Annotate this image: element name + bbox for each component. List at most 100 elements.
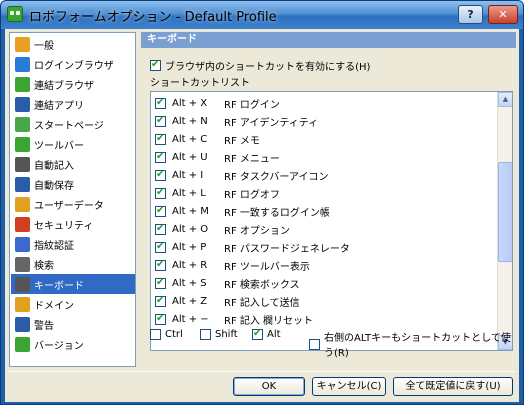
shortcut-row[interactable]: Alt + − RF 記入 欄リセット [155,310,313,328]
shortcut-checkbox[interactable] [155,259,166,271]
enable-shortcuts-option[interactable]: ブラウザ内のショートカットを有効にする(H) [150,58,370,73]
sidebar-item-home[interactable]: スタートページ [11,114,135,134]
alt-checkbox[interactable] [252,328,263,340]
sidebar-item-label: 自動記入 [34,160,74,172]
shortcut-list-scrollbar[interactable]: ▲ ▼ [497,92,512,350]
sidebar-item-app-window[interactable]: 連結アプリ [11,94,135,114]
shortcut-checkbox[interactable] [155,223,166,235]
shortcut-row[interactable]: Alt + Z RF 記入して送信 [155,292,300,310]
sidebar-item-keyboard[interactable]: 自動記入 [11,154,135,174]
shortcut-key: Alt + Z [172,295,208,307]
shortcut-action: RF オプション [224,225,290,237]
sidebar-item-roboform[interactable]: バージョン [11,334,135,354]
ctrl-modifier-option[interactable]: Ctrl [150,329,183,340]
keyboard-icon [15,156,30,172]
shortcut-row[interactable]: Alt + L RF ログオフ [155,184,280,202]
shift-modifier-option[interactable]: Shift [200,329,238,340]
domain-icon [15,296,30,312]
shortcut-checkbox[interactable] [155,313,166,325]
ok-button[interactable]: OK [233,377,305,396]
puzzle-icon [15,76,30,92]
sidebar-item-fingerprint[interactable]: 指紋認証 [11,234,135,254]
shortcut-row[interactable]: Alt + C RF メモ [155,130,260,148]
sidebar-item-label: スタートページ [34,120,104,132]
sidebar-item-domain[interactable]: ドメイン [11,294,135,314]
shortcut-row[interactable]: Alt + N RF アイデンティティ [155,112,318,130]
sidebar-item-keyboard-shortcut[interactable]: キーボード [11,274,135,294]
keyboard-shortcut-icon [15,276,30,292]
shortcut-row[interactable]: Alt + O RF オプション [155,220,290,238]
sidebar-item-gear[interactable]: 一般 [11,34,135,54]
shortcut-row[interactable]: Alt + M RF 一致するログイン帳 [155,202,330,220]
sidebar-item-security[interactable]: セキュリティ [11,214,135,234]
sidebar-item-puzzle[interactable]: 連結ブラウザ [11,74,135,94]
sidebar-item-label: 自動保存 [34,180,74,192]
sidebar-item-globe[interactable]: ログインブラウザ [11,54,135,74]
shortcut-checkbox[interactable] [155,277,166,289]
sidebar-item-label: 検索 [34,260,54,272]
shortcut-action: RF 検索ボックス [224,279,300,291]
sidebar-item-label: 連結アプリ [34,100,84,112]
shortcut-action: RF 記入して送信 [224,297,300,309]
shortcut-key: Alt + P [172,241,207,253]
shortcut-checkbox[interactable] [155,187,166,199]
shortcut-list[interactable]: ▲ ▼ Alt + XRF ログインAlt + NRF アイデンティティAlt … [150,91,513,351]
shortcut-key: Alt + U [172,151,208,163]
title-bar[interactable]: ロボフォームオプション - Default Profile ? ✕ [1,1,523,29]
shortcut-row[interactable]: Alt + U RF メニュー [155,148,280,166]
sidebar-item-label: ログインブラウザ [34,60,114,72]
scroll-up-arrow-icon[interactable]: ▲ [498,92,512,107]
shortcut-checkbox[interactable] [155,151,166,163]
shortcut-key: Alt + − [172,313,209,325]
right-alt-label: 右側のALTキーもショートカットとして使う(R) [324,333,511,359]
close-button[interactable]: ✕ [488,5,518,24]
sidebar-item-warning-checkbox[interactable]: 警告 [11,314,135,334]
help-button[interactable]: ? [458,5,483,24]
enable-shortcuts-checkbox[interactable] [150,59,161,71]
shortcut-checkbox[interactable] [155,169,166,181]
shortcut-checkbox[interactable] [155,205,166,217]
sidebar-item-user-data[interactable]: ユーザーデータ [11,194,135,214]
shortcut-action: RF メニュー [224,153,280,165]
cancel-button[interactable]: キャンセル(C) [312,377,386,396]
panel-header: キーボード [141,32,516,48]
right-alt-checkbox[interactable] [309,338,320,350]
shift-checkbox[interactable] [200,329,211,340]
fingerprint-icon [15,236,30,252]
window-title: ロボフォームオプション - Default Profile [29,10,277,25]
sidebar-item-save[interactable]: 自動保存 [11,174,135,194]
right-alt-option[interactable]: 右側のALTキーもショートカットとして使う(R) [309,329,519,359]
ctrl-checkbox[interactable] [150,329,161,340]
shortcut-row[interactable]: Alt + X RF ログイン [155,94,280,112]
shift-label: Shift [215,329,238,340]
shortcut-row[interactable]: Alt + R RF ツールバー表示 [155,256,310,274]
sidebar-item-label: ユーザーデータ [34,200,104,212]
shortcut-checkbox[interactable] [155,133,166,145]
save-icon [15,176,30,192]
sidebar-item-label: セキュリティ [34,220,94,232]
sidebar-item-label: ドメイン [34,300,74,312]
shortcut-action: RF メモ [224,135,260,147]
sidebar-item-search[interactable]: 検索 [11,254,135,274]
options-window: ロボフォームオプション - Default Profile ? ✕ 一般ログイン… [0,0,524,405]
shortcut-row[interactable]: Alt + I RF タスクバーアイコン [155,166,328,184]
shortcut-checkbox[interactable] [155,295,166,307]
warning-checkbox-icon [15,316,30,332]
sidebar-item-toolbar[interactable]: ツールバー [11,134,135,154]
shortcut-checkbox[interactable] [155,241,166,253]
sidebar-item-label: 指紋認証 [34,240,74,252]
shortcut-list-caption: ショートカットリスト [150,78,250,89]
app-window-icon [15,96,30,112]
alt-modifier-option[interactable]: Alt [252,328,281,340]
shortcut-checkbox[interactable] [155,115,166,127]
shortcut-checkbox[interactable] [155,97,166,109]
shortcut-row[interactable]: Alt + S RF 検索ボックス [155,274,300,292]
shortcut-key: Alt + O [172,223,209,235]
enable-shortcuts-label: ブラウザ内のショートカットを有効にする(H) [165,62,371,73]
scroll-thumb[interactable] [498,162,512,262]
globe-icon [15,56,30,72]
shortcut-row[interactable]: Alt + P RF パスワードジェネレータ [155,238,350,256]
reset-defaults-button[interactable]: 全て既定値に戻す(U) [393,377,513,396]
sidebar-item-label: 連結ブラウザ [34,80,94,92]
shortcut-key: Alt + N [172,115,208,127]
